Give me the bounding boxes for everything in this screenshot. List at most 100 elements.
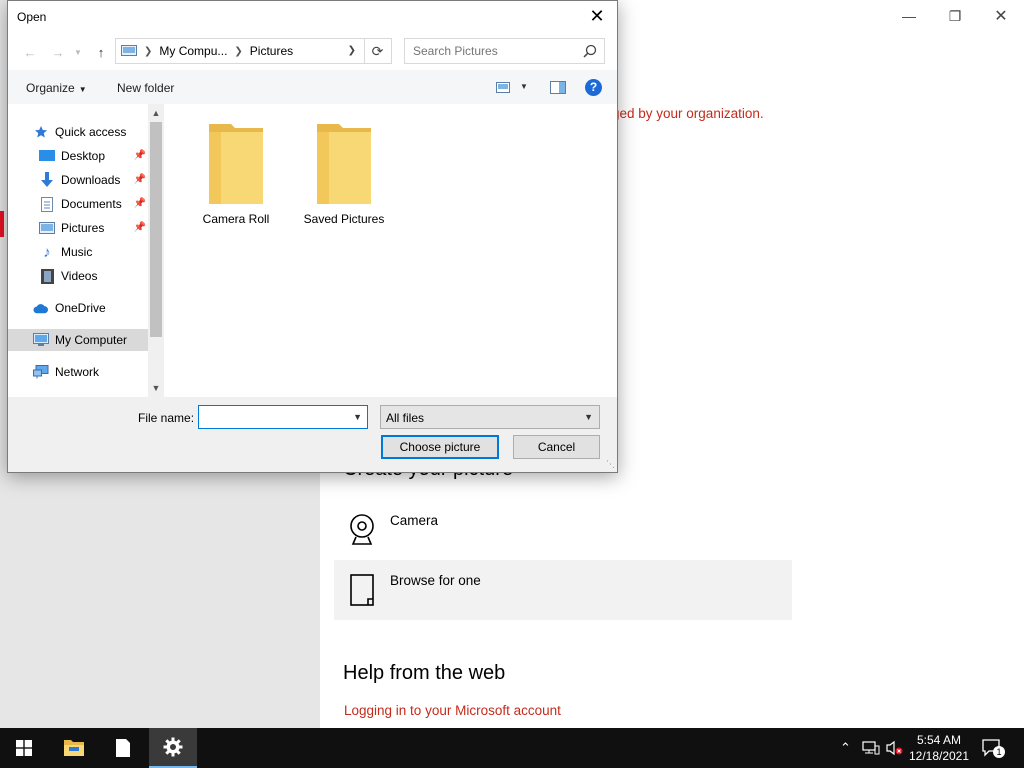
file-name-input[interactable] xyxy=(199,406,349,428)
organize-button[interactable]: Organize ▼ xyxy=(26,81,87,95)
navigation-scrollbar[interactable]: ▲ ▼ xyxy=(148,104,164,397)
camera-option[interactable]: Camera xyxy=(334,500,792,560)
folder-icon xyxy=(317,124,371,204)
view-dropdown-icon[interactable]: ▼ xyxy=(520,82,528,91)
folder-icon xyxy=(209,124,263,204)
film-icon xyxy=(39,268,55,284)
dialog-footer: File name: ▼ All files ▼ Choose picture … xyxy=(8,397,617,472)
network-tray-icon[interactable] xyxy=(862,728,880,768)
file-name-combobox[interactable]: ▼ xyxy=(198,405,368,429)
address-bar[interactable]: ❯ My Compu... ❯ Pictures ❯ xyxy=(115,38,365,64)
nav-pictures[interactable]: Pictures 📌 xyxy=(8,217,148,239)
nav-music[interactable]: ♪ Music xyxy=(8,241,148,263)
search-icon xyxy=(583,44,597,58)
recent-locations-button[interactable]: ▼ xyxy=(68,42,88,62)
music-note-icon: ♪ xyxy=(43,243,51,261)
clock-date: 12/18/2021 xyxy=(908,749,970,763)
file-type-select[interactable]: All files ▼ xyxy=(380,405,600,429)
windows-logo-icon xyxy=(16,740,32,756)
resize-grip[interactable]: ⋱ xyxy=(606,459,615,470)
star-icon xyxy=(33,124,49,140)
new-folder-button[interactable]: New folder xyxy=(117,81,174,95)
minimize-button[interactable]: — xyxy=(886,4,932,28)
nav-quick-access[interactable]: Quick access xyxy=(8,121,148,143)
refresh-button[interactable]: ⟳ xyxy=(364,38,392,64)
nav-videos[interactable]: Videos xyxy=(8,265,148,287)
pin-icon: 📌 xyxy=(133,222,146,233)
nav-documents[interactable]: Documents 📌 xyxy=(8,193,148,215)
address-dropdown-icon[interactable]: ❯ xyxy=(348,45,356,56)
camera-icon xyxy=(334,500,390,560)
restore-button[interactable]: ❐ xyxy=(932,4,978,28)
folder-icon xyxy=(64,740,84,756)
forward-button[interactable]: → xyxy=(48,42,68,62)
file-icon xyxy=(116,739,130,757)
start-button[interactable] xyxy=(0,728,48,768)
computer-icon xyxy=(121,45,137,56)
close-dialog-button[interactable]: ✕ xyxy=(585,5,609,27)
action-center-button[interactable]: 1 xyxy=(982,728,1005,768)
nav-desktop[interactable]: Desktop 📌 xyxy=(8,145,148,167)
open-dialog: Open ✕ ← → ▼ ↑ ❯ My Compu... ❯ Pictures … xyxy=(7,0,618,473)
back-button[interactable]: ← xyxy=(20,42,40,62)
pictures-icon xyxy=(39,220,55,236)
breadcrumb-separator: ❯ xyxy=(234,45,243,57)
scroll-up-arrow[interactable]: ▲ xyxy=(148,105,164,121)
choose-picture-button[interactable]: Choose picture xyxy=(381,435,499,459)
preview-pane-icon[interactable] xyxy=(550,81,566,94)
help-heading: Help from the web xyxy=(343,662,506,684)
file-name-label: File name: xyxy=(138,411,195,425)
nav-onedrive[interactable]: OneDrive xyxy=(8,297,148,319)
cloud-icon xyxy=(33,300,49,316)
network-icon xyxy=(862,741,880,755)
download-arrow-icon xyxy=(39,172,55,188)
camera-label: Camera xyxy=(390,513,439,528)
notification-badge: 1 xyxy=(993,746,1005,758)
browse-label: Browse for one xyxy=(390,573,481,588)
chevron-up-icon: ⌃ xyxy=(840,740,851,755)
navigation-pane: Quick access Desktop 📌 Downloads 📌 Docum… xyxy=(8,104,164,397)
pin-icon: 📌 xyxy=(133,150,146,161)
taskbar-settings[interactable] xyxy=(149,728,197,768)
show-hidden-icons-button[interactable]: ⌃ xyxy=(840,728,851,768)
scroll-thumb[interactable] xyxy=(150,122,162,337)
nav-network[interactable]: Network xyxy=(8,361,148,383)
computer-icon xyxy=(33,332,49,348)
gear-icon xyxy=(163,737,183,757)
folder-saved-pictures[interactable]: Saved Pictures xyxy=(294,122,394,226)
dialog-titlebar: Open ✕ xyxy=(8,1,617,32)
folder-camera-roll[interactable]: Camera Roll xyxy=(186,122,286,226)
organization-message: ged by your organization. xyxy=(612,106,764,121)
dialog-toolbar: Organize ▼ New folder ▼ ? xyxy=(8,70,617,104)
microsoft-account-link[interactable]: Logging in to your Microsoft account xyxy=(344,703,561,718)
chevron-down-icon[interactable]: ▼ xyxy=(353,412,362,422)
file-icon xyxy=(334,560,390,620)
speaker-muted-icon xyxy=(886,740,903,756)
clock-time: 5:54 AM xyxy=(916,733,962,747)
scroll-down-arrow[interactable]: ▼ xyxy=(148,380,164,396)
breadcrumb-my-computer[interactable]: My Compu... xyxy=(159,44,227,58)
taskbar-file-explorer[interactable] xyxy=(50,728,98,768)
nav-downloads[interactable]: Downloads 📌 xyxy=(8,169,148,191)
network-icon xyxy=(33,364,49,380)
help-icon[interactable]: ? xyxy=(585,79,602,96)
search-box[interactable] xyxy=(404,38,605,64)
selected-indicator xyxy=(0,211,4,237)
view-options-icon[interactable] xyxy=(496,82,510,93)
clock[interactable]: 5:54 AM 12/18/2021 xyxy=(904,732,974,764)
cancel-button[interactable]: Cancel xyxy=(513,435,600,459)
browse-option[interactable]: Browse for one xyxy=(334,560,792,620)
volume-tray-icon[interactable] xyxy=(886,728,904,768)
pin-icon: 📌 xyxy=(133,198,146,209)
taskbar-notepad[interactable] xyxy=(99,728,147,768)
chevron-down-icon: ▼ xyxy=(584,412,593,422)
nav-my-computer[interactable]: My Computer xyxy=(8,329,148,351)
dialog-title: Open xyxy=(17,10,47,24)
document-icon xyxy=(39,196,55,212)
taskbar: ⌃ 5:54 AM 12/18/2021 1 xyxy=(0,728,1024,768)
breadcrumb-pictures[interactable]: Pictures xyxy=(250,44,293,58)
close-settings-button[interactable]: ✕ xyxy=(978,4,1024,28)
up-button[interactable]: ↑ xyxy=(91,42,111,62)
search-input[interactable] xyxy=(405,39,575,63)
breadcrumb-separator: ❯ xyxy=(144,45,153,57)
